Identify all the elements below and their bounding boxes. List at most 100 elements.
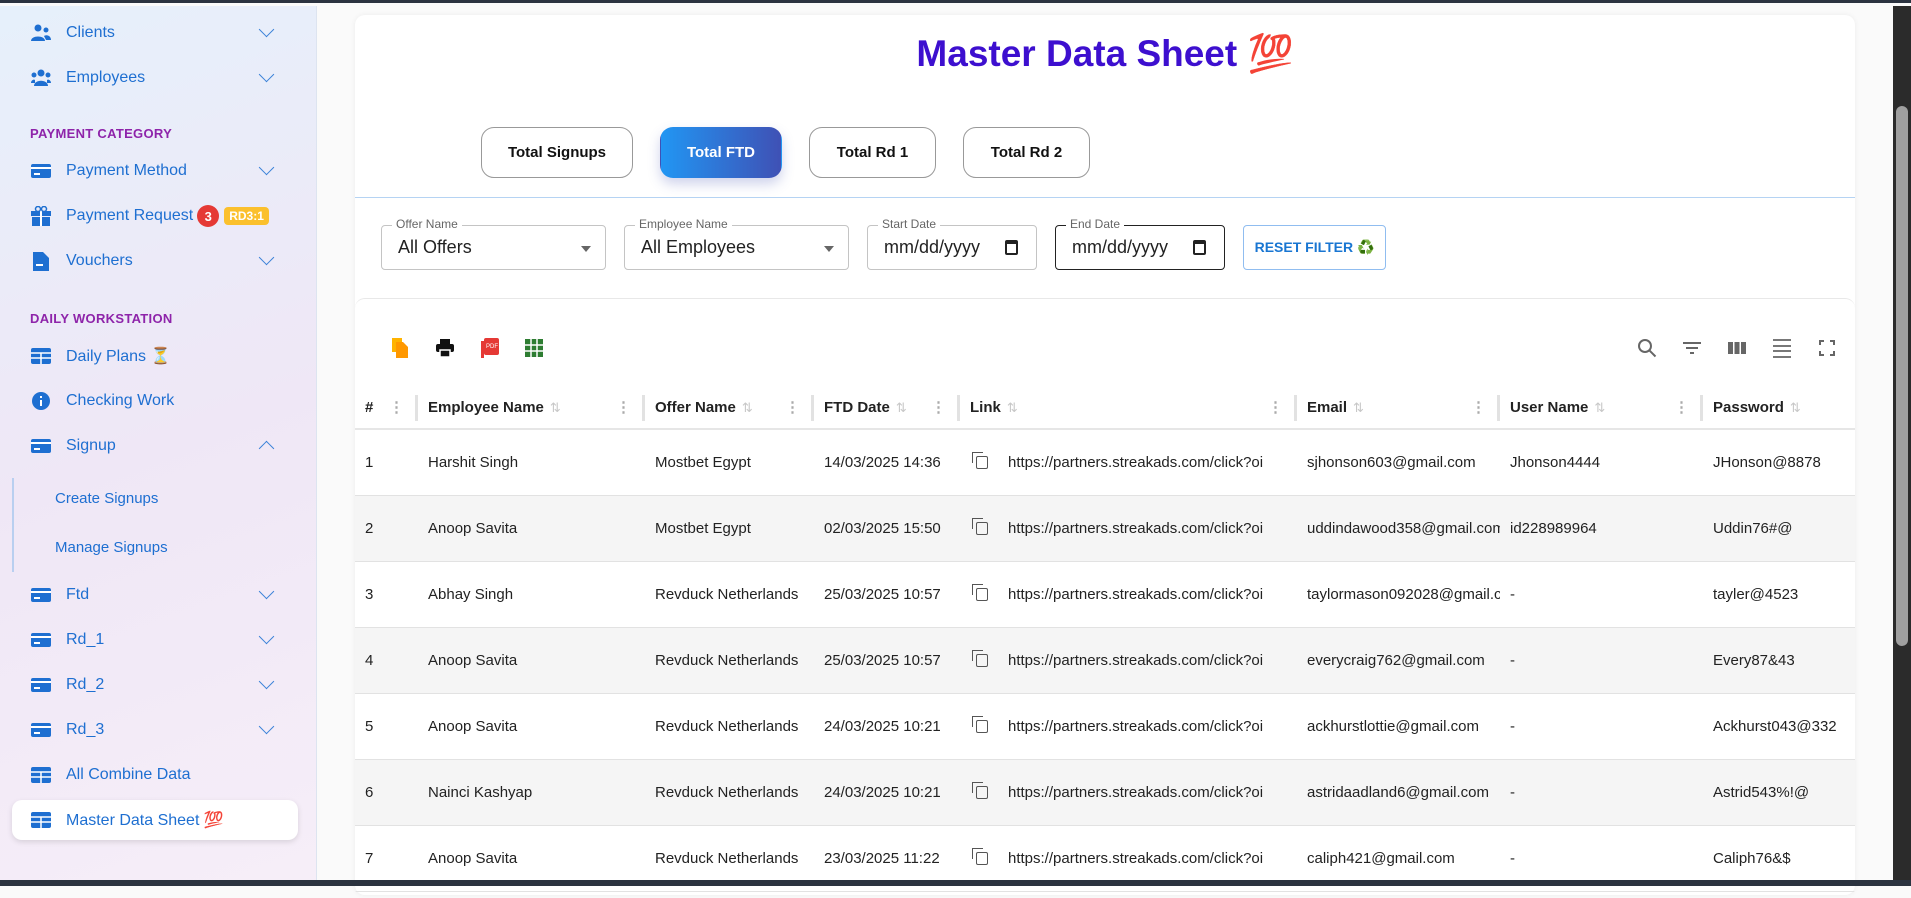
- column-menu-icon[interactable]: ⋮: [616, 398, 631, 416]
- copy-link-icon[interactable]: [972, 650, 988, 668]
- table-row[interactable]: 5 Anoop Savita Revduck Netherlands 24/03/20…: [355, 693, 1855, 760]
- cell-text: 1: [365, 453, 374, 471]
- copy-link-icon[interactable]: [972, 518, 988, 536]
- svg-text:PDF: PDF: [486, 344, 498, 350]
- chevron-down-icon: [258, 628, 275, 645]
- sidebar-item-payment-method[interactable]: Payment Method: [12, 151, 298, 191]
- cell-text: tayler@4523: [1713, 585, 1799, 603]
- cell-text: 4: [365, 651, 374, 669]
- sidebar-item-rd2[interactable]: Rd_2: [12, 665, 298, 705]
- filter-icon[interactable]: [1679, 335, 1705, 361]
- cell-text: Astrid543%!@: [1713, 783, 1810, 801]
- cell-text: 7: [365, 849, 374, 867]
- table-cell: https://partners.streakads.com/click?oi: [960, 429, 1297, 496]
- sort-icon[interactable]: ⇅: [1007, 400, 1018, 415]
- calendar-icon[interactable]: [1193, 240, 1206, 255]
- sidebar-subitem-create-signups[interactable]: Create Signups: [55, 490, 158, 507]
- sidebar-item-rd1[interactable]: Rd_1: [12, 620, 298, 660]
- column-header[interactable]: User Name ⇅ ⋮: [1500, 387, 1703, 430]
- column-header[interactable]: Offer Name ⇅ ⋮: [645, 387, 814, 430]
- column-header[interactable]: Employee Name ⇅ ⋮: [418, 387, 645, 430]
- column-label: FTD Date: [824, 399, 890, 416]
- column-header[interactable]: Password ⇅: [1703, 387, 1855, 430]
- tab-total-rd1[interactable]: Total Rd 1: [809, 127, 936, 178]
- sort-icon[interactable]: ⇅: [742, 400, 753, 415]
- offer-name-select[interactable]: Offer Name All Offers: [381, 217, 606, 270]
- sidebar-subitem-manage-signups[interactable]: Manage Signups: [55, 539, 168, 556]
- chevron-down-icon: [258, 21, 275, 38]
- copy-link-icon[interactable]: [972, 452, 988, 470]
- copy-link-icon[interactable]: [972, 716, 988, 734]
- column-menu-icon[interactable]: ⋮: [1471, 398, 1486, 416]
- tab-total-ftd[interactable]: Total FTD: [660, 127, 782, 178]
- pdf-icon[interactable]: PDF: [479, 337, 501, 359]
- columns-icon[interactable]: [1724, 335, 1750, 361]
- column-menu-icon[interactable]: ⋮: [1674, 398, 1689, 416]
- sidebar-item-all-combine-data[interactable]: All Combine Data: [12, 755, 298, 795]
- copy-link-icon[interactable]: [972, 584, 988, 602]
- sidebar-item-payment-request[interactable]: Payment Request 3 RD3:1: [12, 196, 298, 236]
- table-cell: 14/03/2025 14:36: [814, 429, 960, 496]
- sidebar-item-label: Signup: [66, 437, 116, 454]
- sort-icon[interactable]: ⇅: [1790, 400, 1801, 415]
- table-cell: 2: [355, 495, 418, 562]
- fullscreen-icon[interactable]: [1814, 335, 1840, 361]
- table-row[interactable]: 1 Harshit Singh Mostbet Egypt 14/03/2025 14…: [355, 429, 1855, 496]
- copy-icon[interactable]: [389, 337, 411, 359]
- sidebar-item-vouchers[interactable]: Vouchers: [12, 241, 298, 281]
- reset-filter-button[interactable]: RESET FILTER ♻️: [1243, 225, 1386, 270]
- sidebar-item-employees[interactable]: Employees: [12, 58, 298, 98]
- sort-icon[interactable]: ⇅: [1594, 400, 1605, 415]
- print-icon[interactable]: [434, 337, 456, 359]
- sidebar-item-ftd[interactable]: Ftd: [12, 575, 298, 615]
- table-cell: Anoop Savita: [418, 693, 645, 760]
- sidebar-item-daily-plans[interactable]: Daily Plans ⏳: [12, 336, 298, 376]
- tab-total-rd2[interactable]: Total Rd 2: [963, 127, 1090, 178]
- search-icon[interactable]: [1634, 335, 1660, 361]
- table-row[interactable]: 4 Anoop Savita Revduck Netherlands 25/03/20…: [355, 627, 1855, 694]
- copy-link-icon[interactable]: [972, 848, 988, 866]
- employee-name-select[interactable]: Employee Name All Employees: [624, 217, 849, 270]
- table-cell: -: [1500, 693, 1703, 760]
- column-menu-icon[interactable]: ⋮: [389, 398, 404, 416]
- cell-text: 24/03/2025 10:21: [824, 783, 941, 801]
- column-header[interactable]: Email ⇅ ⋮: [1297, 387, 1500, 430]
- column-header[interactable]: # ⋮: [355, 387, 418, 430]
- column-menu-icon[interactable]: ⋮: [785, 398, 800, 416]
- calendar-icon[interactable]: [1005, 240, 1018, 255]
- table-row[interactable]: 6 Nainci Kashyap Revduck Netherlands 24/03/…: [355, 759, 1855, 826]
- column-header[interactable]: Link ⇅ ⋮: [960, 387, 1297, 430]
- sort-icon[interactable]: ⇅: [896, 400, 907, 415]
- sidebar-item-checking-work[interactable]: Checking Work: [12, 381, 298, 421]
- cell-text: everycraig762@gmail.com: [1307, 651, 1485, 669]
- table-row[interactable]: 2 Anoop Savita Mostbet Egypt 02/03/2025 15:…: [355, 495, 1855, 562]
- density-icon[interactable]: [1769, 335, 1795, 361]
- end-date-input[interactable]: End Date mm/dd/yyyy: [1055, 217, 1225, 270]
- copy-link-icon[interactable]: [972, 782, 988, 800]
- sort-icon[interactable]: ⇅: [550, 400, 561, 415]
- table-cell: 6: [355, 759, 418, 826]
- sort-icon[interactable]: ⇅: [1353, 400, 1364, 415]
- column-menu-icon[interactable]: ⋮: [1268, 398, 1283, 416]
- sidebar-item-clients[interactable]: Clients: [12, 13, 298, 53]
- info-icon: [30, 390, 52, 412]
- sidebar-item-rd3[interactable]: Rd_3: [12, 710, 298, 750]
- column-header[interactable]: FTD Date ⇅ ⋮: [814, 387, 960, 430]
- sidebar-item-master-data-sheet[interactable]: Master Data Sheet 💯: [12, 800, 298, 840]
- table-cell: https://partners.streakads.com/click?oi: [960, 693, 1297, 760]
- excel-icon[interactable]: [523, 337, 545, 359]
- tab-total-signups[interactable]: Total Signups: [481, 127, 633, 178]
- cell-text: https://partners.streakads.com/click?oi: [1008, 519, 1264, 537]
- field-value: mm/dd/yyyy: [884, 237, 981, 257]
- cell-text: Uddin76#@: [1713, 519, 1793, 537]
- column-menu-icon[interactable]: ⋮: [931, 398, 946, 416]
- cell-text: Anoop Savita: [428, 651, 518, 669]
- scrollbar[interactable]: [1893, 6, 1911, 883]
- column-label: Employee Name: [428, 399, 544, 416]
- cell-text: https://partners.streakads.com/click?oi: [1008, 453, 1264, 471]
- start-date-input[interactable]: Start Date mm/dd/yyyy: [867, 217, 1037, 270]
- scrollbar-thumb[interactable]: [1896, 106, 1908, 646]
- chevron-down-icon: [258, 249, 275, 266]
- table-row[interactable]: 3 Abhay Singh Revduck Netherlands 25/03/202…: [355, 561, 1855, 628]
- sidebar-item-signup[interactable]: Signup: [12, 426, 298, 466]
